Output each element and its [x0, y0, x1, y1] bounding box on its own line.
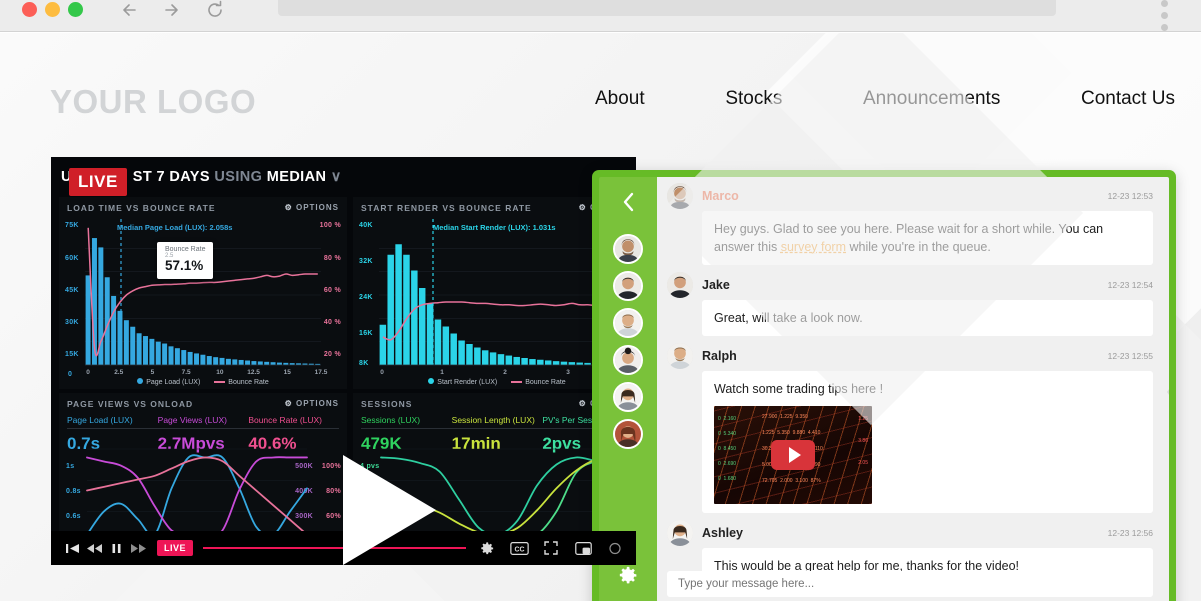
reload-icon[interactable]	[202, 0, 228, 23]
window-traffic-lights	[22, 2, 83, 17]
video-attachment-thumbnail[interactable]: 0 2.160 0 5.340 0 8.450 0 2.690 0 1.680 …	[714, 405, 872, 504]
nav-item-announcements[interactable]: Announcements	[863, 88, 1000, 110]
dashboard-title-part-c: USING	[214, 169, 263, 185]
message-timestamp: 12-23 12:54	[1107, 280, 1153, 291]
chat-body: Marco 12-23 12:53 Hey guys. Glad to see …	[657, 177, 1169, 601]
message-bubble: Great, will take a look now.	[702, 300, 1153, 337]
svg-text:12.5: 12.5	[247, 369, 260, 376]
legend-item: Bounce Rate	[511, 379, 566, 386]
video-player[interactable]: USxxxxxxST 7 DAYS USING MEDIAN ∨ LIVE LO…	[51, 157, 636, 565]
svg-text:10: 10	[216, 369, 224, 376]
message-author: Jake	[702, 278, 730, 293]
tooltip-value: 57.1%	[165, 258, 204, 273]
chat-composer[interactable]	[667, 571, 1153, 597]
chat-message: Jake 12-23 12:54 Great, will take a look…	[667, 272, 1153, 337]
chevron-left-icon[interactable]	[620, 191, 637, 218]
survey-form-link[interactable]: survey form	[781, 240, 846, 254]
dashboard-title-part-d: MEDIAN	[266, 169, 327, 185]
svg-text:17.5: 17.5	[315, 369, 328, 376]
more-options-icon[interactable]	[604, 542, 626, 555]
legend-item: Start Render (LUX)	[428, 378, 497, 386]
message-text: Watch some trading tips here !	[714, 382, 884, 397]
message-author: Ralph	[702, 349, 737, 364]
live-badge: LIVE	[69, 168, 127, 196]
avatar	[667, 183, 693, 209]
settings-gear-icon[interactable]	[476, 541, 498, 556]
chat-message: Ralph 12-23 12:55 Watch some trading tip…	[667, 343, 1153, 513]
svg-text:3: 3	[566, 369, 570, 376]
closed-captions-icon[interactable]: CC	[508, 541, 530, 555]
address-bar[interactable]	[278, 0, 1056, 16]
svg-text:2.5: 2.5	[114, 369, 123, 376]
picture-in-picture-icon[interactable]	[572, 541, 594, 555]
tooltip-label: Bounce Rate	[165, 246, 206, 253]
dashboard-title-part-b: ST 7 DAYS	[132, 169, 210, 185]
play-triangle-icon[interactable]	[343, 455, 436, 565]
nav-item-about[interactable]: About	[595, 88, 645, 110]
live-indicator[interactable]: LIVE	[157, 540, 194, 556]
chat-settings-gear-icon[interactable]	[618, 565, 639, 591]
avatar	[667, 343, 693, 370]
message-author: Ashley	[702, 525, 743, 540]
svg-text:1: 1	[440, 369, 444, 376]
fullscreen-icon[interactable]	[540, 541, 562, 555]
message-timestamp: 12-23 12:53	[1107, 191, 1153, 201]
rewind-icon[interactable]	[83, 542, 105, 555]
svg-text:0: 0	[380, 369, 384, 376]
chart-legend: Page Load (LUX) Bounce Rate	[59, 378, 347, 386]
site-logo: YOUR LOGO	[50, 83, 257, 120]
message-input[interactable]	[678, 578, 1142, 590]
message-bubble: Watch some trading tips here ! 0 2.160 0…	[702, 371, 1153, 513]
decorative-shape-1	[788, 33, 1072, 215]
message-text-tail: while you're in the queue.	[846, 240, 991, 255]
close-window-button[interactable]	[22, 2, 37, 17]
forward-icon[interactable]	[160, 0, 186, 23]
avatar-participant-6[interactable]	[613, 419, 643, 449]
svg-text:5: 5	[151, 369, 155, 376]
fast-forward-icon[interactable]	[127, 542, 149, 555]
nav-item-contact-us[interactable]: Contact Us	[1081, 88, 1175, 110]
svg-text:7.5: 7.5	[182, 369, 191, 376]
nav-item-stocks[interactable]: Stocks	[725, 88, 782, 110]
main-navigation: About Stocks Announcements Contact Us	[595, 88, 1175, 110]
chart-tooltip: Bounce Rate 2.5 57.1%	[157, 242, 214, 279]
play-button-overlay[interactable]	[771, 439, 815, 470]
avatar	[667, 519, 693, 546]
live-chat-widget: Marco 12-23 12:53 Hey guys. Glad to see …	[592, 170, 1176, 601]
avatar-participant-4[interactable]	[613, 345, 643, 375]
chart-plot-area	[86, 448, 308, 544]
svg-text:0: 0	[86, 369, 90, 376]
message-author: Marco	[702, 189, 739, 203]
kebab-menu-icon[interactable]	[1161, 0, 1168, 36]
chart-page-views-vs-onload: PAGE VIEWS VS ONLOAD ⚙ OPTIONS Page Load…	[59, 393, 347, 553]
avatar-participant-2[interactable]	[613, 271, 643, 301]
svg-text:15: 15	[284, 369, 292, 376]
legend-item: Page Load (LUX)	[137, 378, 200, 386]
avatar-participant-3[interactable]	[613, 308, 643, 338]
chart-plot-area: 0 2.5 5 7.5 10 12.5 15 17.5	[85, 219, 328, 376]
skip-back-icon[interactable]	[61, 542, 83, 555]
maximize-window-button[interactable]	[68, 2, 83, 17]
browser-chrome	[0, 0, 1201, 32]
participant-avatars	[613, 234, 643, 449]
avatar-participant-5[interactable]	[613, 382, 643, 412]
legend-item: Bounce Rate	[214, 379, 269, 386]
avatar-participant-1[interactable]	[613, 234, 643, 264]
svg-text:2: 2	[503, 369, 507, 376]
message-timestamp: 12-23 12:56	[1107, 527, 1153, 538]
chat-collapse-handle[interactable]	[1167, 379, 1169, 405]
chevron-down-icon[interactable]: ∨	[331, 169, 342, 185]
message-bubble: Hey guys. Glad to see you here. Please w…	[702, 211, 1153, 266]
message-text: Hey guys. Glad to see you here. Please w…	[714, 222, 1104, 255]
svg-text:CC: CC	[514, 546, 524, 553]
chat-message: Marco 12-23 12:53 Hey guys. Glad to see …	[667, 183, 1153, 266]
chat-message-list: Marco 12-23 12:53 Hey guys. Glad to see …	[657, 177, 1169, 584]
back-icon[interactable]	[118, 0, 144, 23]
page-canvas: YOUR LOGO About Stocks Announcements Con…	[0, 33, 1201, 601]
message-timestamp: 12-23 12:55	[1107, 351, 1153, 362]
avatar	[667, 272, 693, 299]
chart-load-time-vs-bounce-rate: LOAD TIME VS BOUNCE RATE ⚙ OPTIONS 75K 6…	[59, 197, 347, 389]
pause-icon[interactable]	[105, 542, 127, 555]
minimize-window-button[interactable]	[45, 2, 60, 17]
